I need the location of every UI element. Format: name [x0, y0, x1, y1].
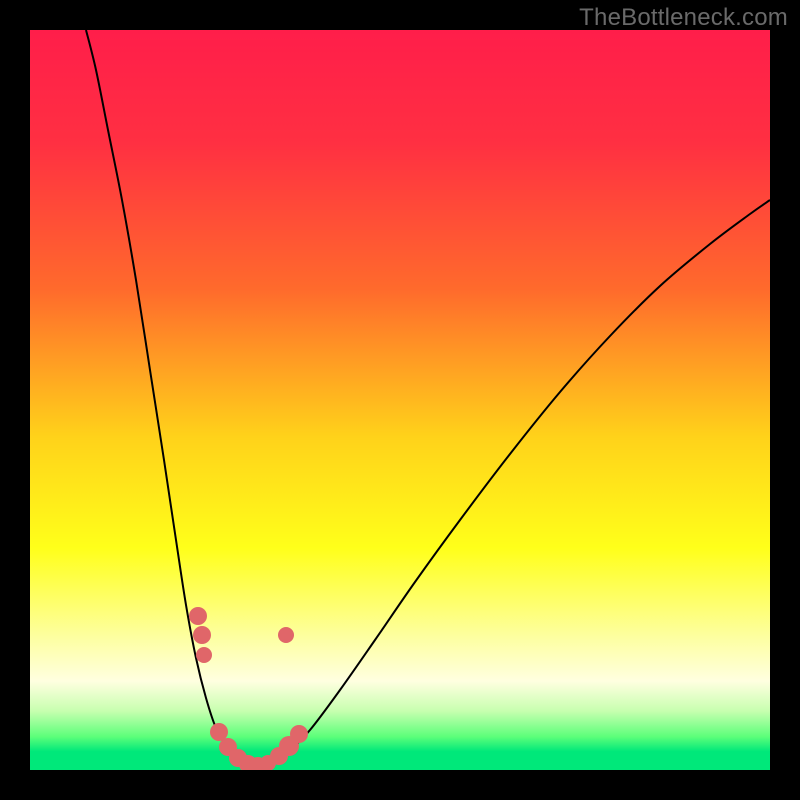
gradient-background — [30, 30, 770, 770]
data-marker — [290, 725, 308, 743]
data-marker — [189, 607, 207, 625]
chart-svg — [30, 30, 770, 770]
plot-area — [30, 30, 770, 770]
data-marker — [278, 627, 294, 643]
data-marker — [193, 626, 211, 644]
outer-frame: TheBottleneck.com — [0, 0, 800, 800]
watermark-text: TheBottleneck.com — [579, 4, 788, 32]
data-marker — [210, 723, 228, 741]
data-marker — [196, 647, 212, 663]
